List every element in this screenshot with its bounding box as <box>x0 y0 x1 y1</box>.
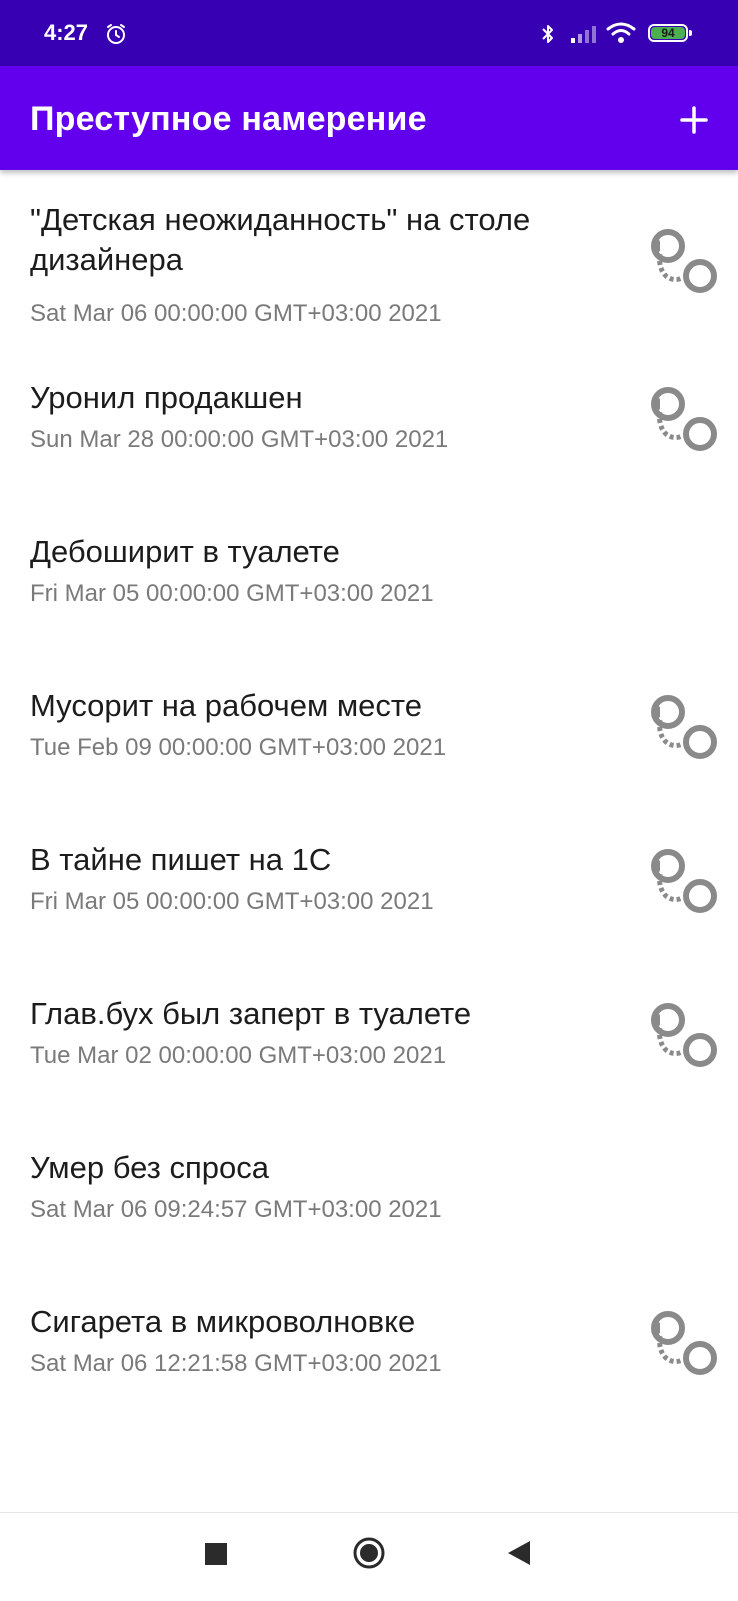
crime-date: Tue Mar 02 00:00:00 GMT+03:00 2021 <box>30 1042 447 1069</box>
signal-icon <box>570 24 598 49</box>
battery-icon: 94 <box>648 24 692 42</box>
status-time: 4:27 <box>44 20 89 45</box>
crime-date: Sat Mar 06 12:21:58 GMT+03:00 2021 <box>30 1350 442 1377</box>
crime-list-item[interactable]: Дебоширит в туалете Fri Mar 05 00:00:00 G… <box>0 502 738 656</box>
handcuffs-icon <box>646 384 720 456</box>
crime-list-item[interactable]: Глав.бух был заперт в туалете Tue Mar 02 … <box>0 964 738 1118</box>
home-icon[interactable] <box>352 1536 386 1575</box>
app-bar: Преступное намерение <box>0 66 738 170</box>
status-bar: 4:27 94 <box>0 0 738 66</box>
crime-list-item[interactable]: Умер без спроса Sat Mar 06 09:24:57 GMT+0… <box>0 1118 738 1272</box>
crime-date: Sat Mar 06 00:00:00 GMT+03:00 2021 <box>30 300 442 327</box>
handcuffs-icon <box>646 1000 720 1072</box>
navigation-bar <box>0 1512 738 1601</box>
crime-date: Sun Mar 28 00:00:00 GMT+03:00 2021 <box>30 426 449 453</box>
crime-list-item[interactable]: Уронил продакшен Sun Mar 28 00:00:00 GMT+… <box>0 348 738 502</box>
crime-list-item[interactable]: Сигарета в микроволновке Sat Mar 06 12:21… <box>0 1272 738 1426</box>
handcuffs-icon <box>646 1308 720 1380</box>
crime-date: Fri Mar 05 00:00:00 GMT+03:00 2021 <box>30 580 434 607</box>
handcuffs-icon <box>646 226 720 298</box>
back-icon[interactable] <box>506 1539 532 1572</box>
crime-title: Мусорит на рабочем месте <box>30 688 423 723</box>
plus-icon <box>680 106 708 134</box>
crime-list-item[interactable]: В тайне пишет на 1С Fri Mar 05 00:00:00 G… <box>0 810 738 964</box>
crime-date: Sat Mar 06 09:24:57 GMT+03:00 2021 <box>30 1196 442 1223</box>
wifi-icon <box>606 22 636 49</box>
crime-title: Дебоширит в туалете <box>30 534 340 569</box>
crime-title: В тайне пишет на 1С <box>30 842 332 877</box>
crime-title: Глав.бух был заперт в туалете <box>30 996 472 1031</box>
crime-list-item[interactable]: Мусорит на рабочем месте Tue Feb 09 00:00… <box>0 656 738 810</box>
bluetooth-icon <box>540 22 556 51</box>
crime-list[interactable]: "Детская неожиданность" на столе дизайне… <box>0 170 738 1512</box>
crime-date: Fri Mar 05 00:00:00 GMT+03:00 2021 <box>30 888 434 915</box>
crime-title: Сигарета в микроволновке <box>30 1304 416 1339</box>
battery-tip <box>689 30 692 36</box>
recents-icon[interactable] <box>205 1543 227 1565</box>
battery-level: 94 <box>651 27 685 39</box>
crime-list-item[interactable]: "Детская неожиданность" на столе дизайне… <box>0 170 738 348</box>
crime-date: Tue Feb 09 00:00:00 GMT+03:00 2021 <box>30 734 447 761</box>
crime-title: Уронил продакшен <box>30 380 303 415</box>
crime-title: "Детская неожиданность" на столе дизайне… <box>30 202 531 277</box>
crime-title: Умер без спроса <box>30 1150 270 1185</box>
add-crime-button[interactable] <box>670 96 718 144</box>
alarm-icon <box>104 22 128 51</box>
app-title: Преступное намерение <box>30 100 427 138</box>
handcuffs-icon <box>646 846 720 918</box>
handcuffs-icon <box>646 692 720 764</box>
